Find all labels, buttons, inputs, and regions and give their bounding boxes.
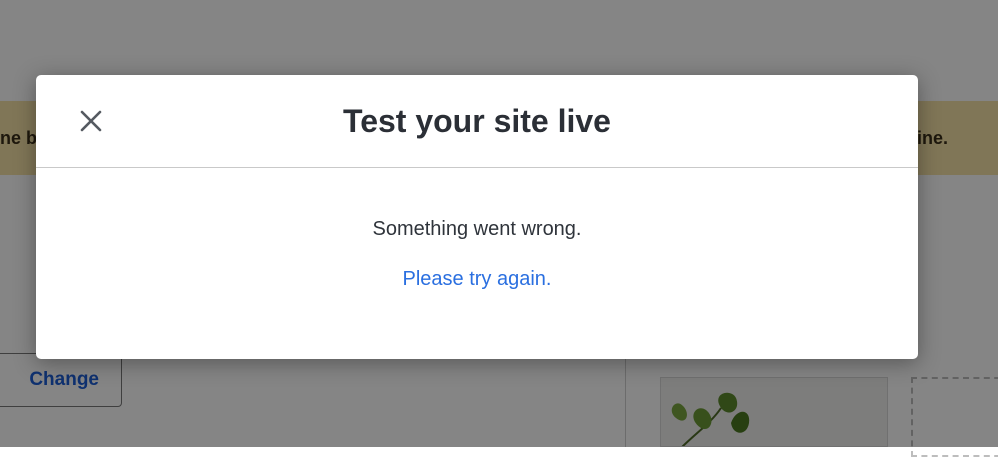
test-site-modal: Test your site live Something went wrong… xyxy=(36,75,918,359)
modal-title: Test your site live xyxy=(343,103,611,139)
modal-header: Test your site live xyxy=(36,75,918,168)
error-message: Something went wrong. xyxy=(372,218,582,240)
retry-link[interactable]: Please try again. xyxy=(36,268,918,291)
